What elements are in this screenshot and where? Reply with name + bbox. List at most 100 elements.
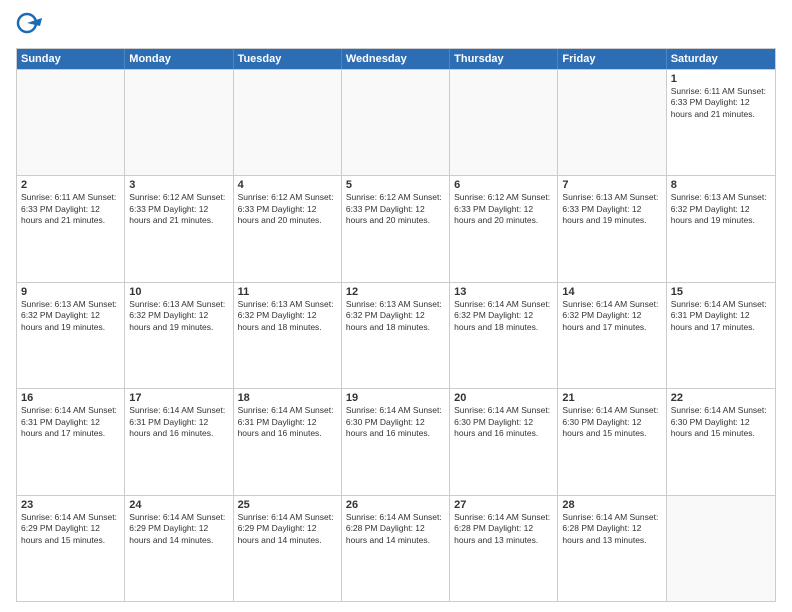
day-cell-22: 22Sunrise: 6:14 AM Sunset: 6:30 PM Dayli… [667,389,775,494]
day-number: 21 [562,392,661,404]
day-cell-27: 27Sunrise: 6:14 AM Sunset: 6:28 PM Dayli… [450,496,558,601]
day-number: 24 [129,499,228,511]
day-cell-empty [342,70,450,175]
day-info: Sunrise: 6:13 AM Sunset: 6:32 PM Dayligh… [671,192,771,226]
day-info: Sunrise: 6:13 AM Sunset: 6:32 PM Dayligh… [129,299,228,333]
day-info: Sunrise: 6:11 AM Sunset: 6:33 PM Dayligh… [21,192,120,226]
day-cell-empty [17,70,125,175]
day-cell-19: 19Sunrise: 6:14 AM Sunset: 6:30 PM Dayli… [342,389,450,494]
day-cell-18: 18Sunrise: 6:14 AM Sunset: 6:31 PM Dayli… [234,389,342,494]
day-cell-5: 5Sunrise: 6:12 AM Sunset: 6:33 PM Daylig… [342,176,450,281]
day-cell-13: 13Sunrise: 6:14 AM Sunset: 6:32 PM Dayli… [450,283,558,388]
day-cell-empty [558,70,666,175]
day-info: Sunrise: 6:12 AM Sunset: 6:33 PM Dayligh… [346,192,445,226]
day-number: 22 [671,392,771,404]
day-cell-4: 4Sunrise: 6:12 AM Sunset: 6:33 PM Daylig… [234,176,342,281]
day-number: 7 [562,179,661,191]
day-info: Sunrise: 6:14 AM Sunset: 6:31 PM Dayligh… [238,405,337,439]
week-row-3: 9Sunrise: 6:13 AM Sunset: 6:32 PM Daylig… [17,282,775,388]
day-info: Sunrise: 6:14 AM Sunset: 6:28 PM Dayligh… [562,512,661,546]
day-cell-6: 6Sunrise: 6:12 AM Sunset: 6:33 PM Daylig… [450,176,558,281]
day-info: Sunrise: 6:14 AM Sunset: 6:32 PM Dayligh… [562,299,661,333]
header-day-thursday: Thursday [450,49,558,69]
day-info: Sunrise: 6:14 AM Sunset: 6:30 PM Dayligh… [671,405,771,439]
day-cell-7: 7Sunrise: 6:13 AM Sunset: 6:33 PM Daylig… [558,176,666,281]
day-info: Sunrise: 6:14 AM Sunset: 6:29 PM Dayligh… [21,512,120,546]
header-day-friday: Friday [558,49,666,69]
day-number: 1 [671,73,771,85]
logo [16,12,48,40]
header [16,12,776,40]
day-number: 4 [238,179,337,191]
day-info: Sunrise: 6:13 AM Sunset: 6:33 PM Dayligh… [562,192,661,226]
day-number: 11 [238,286,337,298]
day-cell-11: 11Sunrise: 6:13 AM Sunset: 6:32 PM Dayli… [234,283,342,388]
week-row-5: 23Sunrise: 6:14 AM Sunset: 6:29 PM Dayli… [17,495,775,601]
day-cell-17: 17Sunrise: 6:14 AM Sunset: 6:31 PM Dayli… [125,389,233,494]
day-number: 18 [238,392,337,404]
day-info: Sunrise: 6:14 AM Sunset: 6:31 PM Dayligh… [129,405,228,439]
day-info: Sunrise: 6:12 AM Sunset: 6:33 PM Dayligh… [454,192,553,226]
day-number: 13 [454,286,553,298]
day-cell-empty [667,496,775,601]
day-number: 19 [346,392,445,404]
day-cell-23: 23Sunrise: 6:14 AM Sunset: 6:29 PM Dayli… [17,496,125,601]
day-number: 3 [129,179,228,191]
day-cell-14: 14Sunrise: 6:14 AM Sunset: 6:32 PM Dayli… [558,283,666,388]
day-info: Sunrise: 6:14 AM Sunset: 6:28 PM Dayligh… [454,512,553,546]
day-number: 15 [671,286,771,298]
day-info: Sunrise: 6:14 AM Sunset: 6:30 PM Dayligh… [454,405,553,439]
day-info: Sunrise: 6:13 AM Sunset: 6:32 PM Dayligh… [21,299,120,333]
day-info: Sunrise: 6:13 AM Sunset: 6:32 PM Dayligh… [346,299,445,333]
day-number: 2 [21,179,120,191]
day-number: 8 [671,179,771,191]
calendar-header: SundayMondayTuesdayWednesdayThursdayFrid… [17,49,775,69]
header-day-tuesday: Tuesday [234,49,342,69]
day-cell-21: 21Sunrise: 6:14 AM Sunset: 6:30 PM Dayli… [558,389,666,494]
day-cell-26: 26Sunrise: 6:14 AM Sunset: 6:28 PM Dayli… [342,496,450,601]
day-info: Sunrise: 6:13 AM Sunset: 6:32 PM Dayligh… [238,299,337,333]
day-number: 26 [346,499,445,511]
header-day-monday: Monday [125,49,233,69]
day-cell-8: 8Sunrise: 6:13 AM Sunset: 6:32 PM Daylig… [667,176,775,281]
day-number: 10 [129,286,228,298]
day-cell-24: 24Sunrise: 6:14 AM Sunset: 6:29 PM Dayli… [125,496,233,601]
day-info: Sunrise: 6:14 AM Sunset: 6:29 PM Dayligh… [129,512,228,546]
week-row-2: 2Sunrise: 6:11 AM Sunset: 6:33 PM Daylig… [17,175,775,281]
day-cell-3: 3Sunrise: 6:12 AM Sunset: 6:33 PM Daylig… [125,176,233,281]
day-number: 20 [454,392,553,404]
day-number: 16 [21,392,120,404]
day-cell-1: 1Sunrise: 6:11 AM Sunset: 6:33 PM Daylig… [667,70,775,175]
day-number: 6 [454,179,553,191]
day-cell-empty [450,70,558,175]
week-row-1: 1Sunrise: 6:11 AM Sunset: 6:33 PM Daylig… [17,69,775,175]
day-number: 23 [21,499,120,511]
day-number: 28 [562,499,661,511]
day-info: Sunrise: 6:14 AM Sunset: 6:29 PM Dayligh… [238,512,337,546]
day-cell-12: 12Sunrise: 6:13 AM Sunset: 6:32 PM Dayli… [342,283,450,388]
day-info: Sunrise: 6:14 AM Sunset: 6:30 PM Dayligh… [346,405,445,439]
day-info: Sunrise: 6:14 AM Sunset: 6:31 PM Dayligh… [21,405,120,439]
day-cell-empty [125,70,233,175]
day-info: Sunrise: 6:14 AM Sunset: 6:32 PM Dayligh… [454,299,553,333]
day-number: 27 [454,499,553,511]
week-row-4: 16Sunrise: 6:14 AM Sunset: 6:31 PM Dayli… [17,388,775,494]
day-info: Sunrise: 6:12 AM Sunset: 6:33 PM Dayligh… [238,192,337,226]
day-info: Sunrise: 6:14 AM Sunset: 6:28 PM Dayligh… [346,512,445,546]
day-info: Sunrise: 6:14 AM Sunset: 6:31 PM Dayligh… [671,299,771,333]
day-cell-15: 15Sunrise: 6:14 AM Sunset: 6:31 PM Dayli… [667,283,775,388]
day-number: 5 [346,179,445,191]
day-number: 12 [346,286,445,298]
day-info: Sunrise: 6:14 AM Sunset: 6:30 PM Dayligh… [562,405,661,439]
day-number: 25 [238,499,337,511]
day-cell-28: 28Sunrise: 6:14 AM Sunset: 6:28 PM Dayli… [558,496,666,601]
header-day-saturday: Saturday [667,49,775,69]
header-day-sunday: Sunday [17,49,125,69]
calendar: SundayMondayTuesdayWednesdayThursdayFrid… [16,48,776,602]
logo-icon [16,12,44,40]
day-cell-9: 9Sunrise: 6:13 AM Sunset: 6:32 PM Daylig… [17,283,125,388]
day-number: 14 [562,286,661,298]
day-number: 17 [129,392,228,404]
day-cell-20: 20Sunrise: 6:14 AM Sunset: 6:30 PM Dayli… [450,389,558,494]
day-cell-16: 16Sunrise: 6:14 AM Sunset: 6:31 PM Dayli… [17,389,125,494]
